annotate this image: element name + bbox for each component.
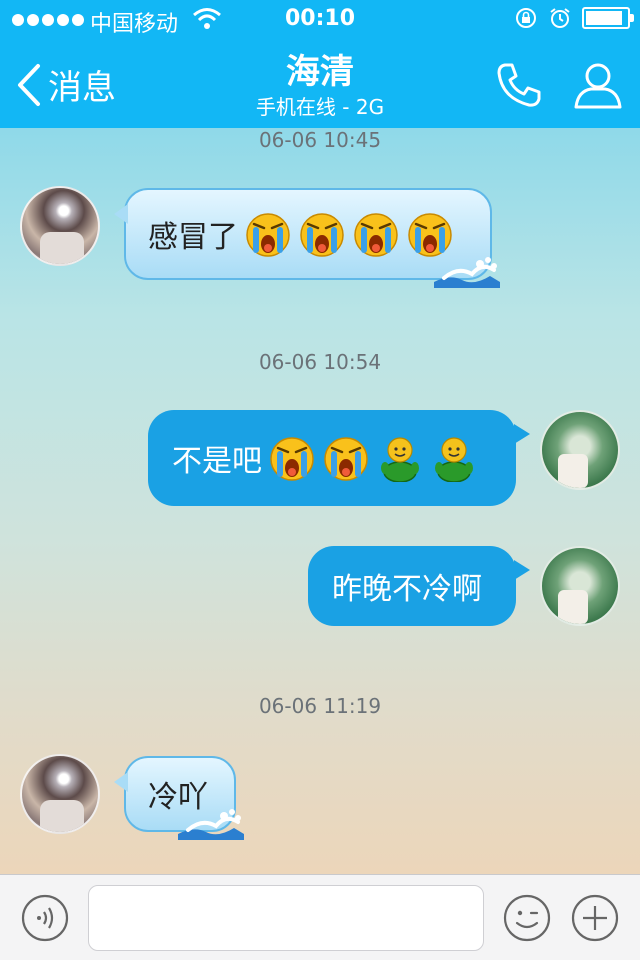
contact-avatar[interactable] — [20, 186, 100, 266]
chat-screen: 中国移动 00:10 消息 海清 手机在线 - 2G 06-06 10:45 感… — [0, 0, 640, 960]
timestamp-3: 06-06 11:19 — [258, 694, 382, 718]
my-avatar[interactable] — [540, 546, 620, 626]
green-figure-icon — [434, 437, 474, 482]
message-input[interactable] — [88, 885, 484, 951]
alarm-icon — [550, 8, 570, 28]
crying-face-icon — [322, 434, 370, 482]
rotation-lock-icon — [516, 8, 536, 28]
timestamp-2: 06-06 10:54 — [258, 350, 382, 374]
crying-face-icon — [268, 434, 316, 482]
message-bubble-outgoing[interactable]: 昨晚不冷啊 — [308, 546, 530, 626]
message-bubble-incoming[interactable]: 感冒了 — [114, 188, 502, 288]
message-bubble-outgoing[interactable]: 不是吧 — [148, 410, 530, 506]
battery-icon — [582, 7, 634, 29]
my-avatar[interactable] — [540, 410, 620, 490]
crying-face-icon — [352, 210, 400, 258]
plus-icon[interactable] — [570, 893, 620, 943]
voice-icon[interactable] — [20, 893, 70, 943]
page-title: 海清 — [286, 52, 354, 92]
header: 中国移动 00:10 消息 海清 手机在线 - 2G — [0, 0, 640, 128]
crying-face-icon — [298, 210, 346, 258]
message-text: 感冒了 — [148, 220, 238, 255]
emoji-icon[interactable] — [502, 893, 552, 943]
title-block: 海清 手机在线 - 2G — [0, 52, 640, 120]
profile-icon[interactable] — [572, 60, 624, 110]
crying-face-icon — [244, 210, 292, 258]
wave-decoration-icon — [176, 807, 246, 840]
status-right-icons — [514, 6, 634, 30]
green-figure-icon — [380, 437, 420, 482]
chat-area[interactable]: 06-06 10:45 感冒了 06-06 10:54 不是吧 昨晚不冷啊 06… — [0, 128, 640, 874]
wave-decoration-icon — [432, 255, 502, 288]
crying-face-icon — [406, 210, 454, 258]
message-text: 不是吧 — [172, 444, 262, 479]
message-text: 昨晚不冷啊 — [332, 572, 482, 607]
contact-status: 手机在线 - 2G — [255, 95, 385, 119]
nav-bar: 消息 海清 手机在线 - 2G — [0, 40, 640, 128]
phone-icon[interactable] — [494, 60, 544, 110]
status-bar: 中国移动 00:10 — [0, 0, 640, 40]
input-bar — [0, 874, 640, 960]
message-bubble-incoming[interactable]: 冷吖 — [114, 756, 246, 840]
contact-avatar[interactable] — [20, 754, 100, 834]
timestamp-1: 06-06 10:45 — [258, 128, 382, 152]
